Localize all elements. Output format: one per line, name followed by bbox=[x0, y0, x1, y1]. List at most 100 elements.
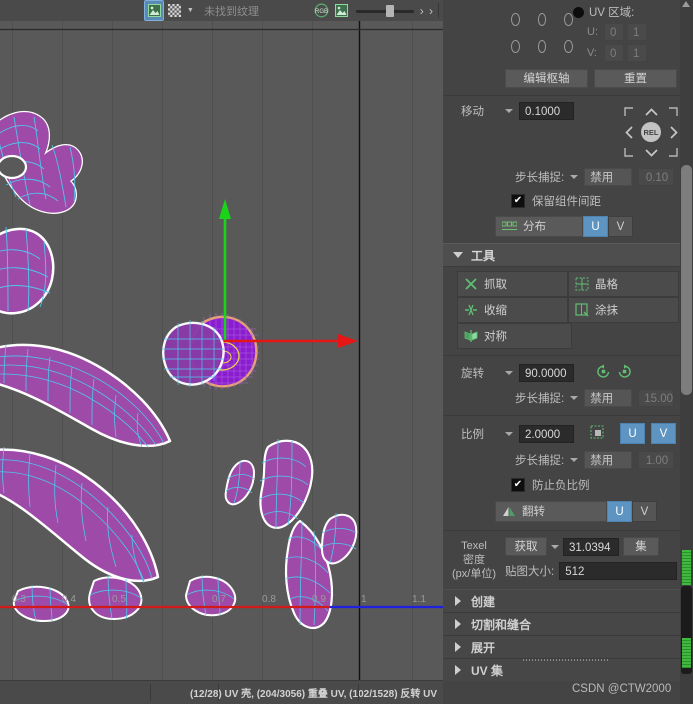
prevent-negative-scale-checkbox[interactable]: ✔ bbox=[511, 478, 525, 492]
tool-symmetry-button[interactable]: 对称 bbox=[457, 323, 572, 349]
pivot-radio-bottom-center[interactable] bbox=[537, 40, 547, 53]
ruler-label: 1.1 bbox=[412, 594, 426, 605]
texel-density-group: Texel 密度 (px/单位) 获取 31.0394 集 贴图大小: 512 bbox=[443, 531, 693, 589]
rotate-snap-row: 步长捕捉: 禁用 15.00 bbox=[443, 389, 693, 407]
scale-snap-mode-field[interactable]: 禁用 bbox=[584, 451, 633, 469]
uv-canvas[interactable]: 0.3 0.4 0.5 0.7 0.8 0.9 1 1.1 bbox=[0, 21, 443, 681]
move-value-field[interactable]: 0.1000 bbox=[519, 102, 574, 120]
texel-set-button[interactable]: 集 bbox=[623, 537, 659, 556]
section-uv-sets[interactable]: UV 集 bbox=[443, 659, 693, 681]
section-cut-and-sew[interactable]: 切割和缝合 bbox=[443, 613, 693, 636]
chevron-down-icon[interactable]: ▼ bbox=[185, 1, 197, 20]
move-snap-mode-field[interactable]: 禁用 bbox=[584, 168, 633, 186]
tool-lattice-button[interactable]: 晶格 bbox=[568, 271, 679, 297]
double-chevron-right-icon[interactable]: › › bbox=[420, 4, 434, 18]
panel-drag-handle[interactable] bbox=[523, 659, 609, 661]
chevron-up-icon[interactable] bbox=[640, 102, 662, 122]
rotate-snap-value-field[interactable]: 15.00 bbox=[638, 389, 675, 407]
reset-button[interactable]: 重置 bbox=[594, 69, 677, 88]
flip-v-button[interactable]: V bbox=[632, 501, 657, 522]
tool-pinch-label: 收缩 bbox=[484, 305, 507, 317]
scrollbar-thumb[interactable] bbox=[681, 165, 692, 395]
tool-symmetry-label: 对称 bbox=[484, 331, 507, 343]
rotate-snap-label: 步长捕捉: bbox=[515, 393, 565, 405]
distribute-u-button[interactable]: U bbox=[583, 216, 608, 237]
u-max-field[interactable]: 1 bbox=[627, 23, 647, 41]
section-unfold[interactable]: 展开 bbox=[443, 636, 693, 659]
relative-toggle-button[interactable]: REL bbox=[640, 122, 662, 142]
ruler-label: 0.9 bbox=[312, 594, 326, 605]
prevent-negative-scale-row[interactable]: ✔ 防止负比例 bbox=[443, 477, 693, 493]
preserve-spacing-row[interactable]: ✔ 保留组件间距 bbox=[443, 193, 693, 209]
uv-editor-area: ▼ 未找到纹理 RGB › › 0.3 0.4 0.5 0.7 0.8 0.9 … bbox=[0, 0, 443, 704]
checker-icon[interactable] bbox=[165, 1, 183, 20]
ruler-label: 0.4 bbox=[62, 594, 76, 605]
flip-u-button[interactable]: U bbox=[607, 501, 632, 522]
rotate-snap-mode-field[interactable]: 禁用 bbox=[584, 389, 633, 407]
distribute-button[interactable]: 分布 bbox=[495, 216, 583, 237]
move-snap-dropdown-icon[interactable] bbox=[570, 175, 579, 179]
move-corner-top-left-button[interactable] bbox=[618, 102, 640, 122]
uv-canvas-svg[interactable] bbox=[0, 21, 443, 681]
scale-v-button[interactable]: V bbox=[651, 423, 676, 444]
pivot-radio-bottom-right[interactable] bbox=[564, 40, 574, 53]
scale-snap-dropdown-icon[interactable] bbox=[570, 458, 579, 462]
rotate-clockwise-icon[interactable] bbox=[617, 364, 632, 382]
u-min-field[interactable]: 0 bbox=[604, 23, 624, 41]
rel-label[interactable]: REL bbox=[641, 122, 661, 142]
status-divider bbox=[218, 684, 219, 701]
rotate-group: 旋转 90.0000 步长捕捉: 禁用 15.00 bbox=[443, 356, 693, 415]
image-opacity-slider[interactable] bbox=[356, 1, 414, 20]
texel-density-label: Texel 密度 (px/单位) bbox=[443, 537, 505, 581]
v-max-field[interactable]: 1 bbox=[627, 44, 647, 62]
tool-pinch-button[interactable]: 收缩 bbox=[457, 297, 568, 323]
pivot-radio-top-right[interactable] bbox=[564, 13, 574, 26]
section-create[interactable]: 创建 bbox=[443, 590, 693, 613]
scale-snap-value-field[interactable]: 1.00 bbox=[638, 451, 675, 469]
rgb-channel-icon[interactable]: RGB bbox=[313, 1, 331, 20]
flip-button[interactable]: 翻转 bbox=[495, 501, 607, 522]
alpha-channel-icon[interactable] bbox=[333, 1, 351, 20]
texel-get-button[interactable]: 获取 bbox=[505, 537, 547, 556]
v-min-field[interactable]: 0 bbox=[604, 44, 624, 62]
rotate-snap-dropdown-icon[interactable] bbox=[570, 396, 579, 400]
svg-text:RGB: RGB bbox=[315, 9, 328, 15]
tool-lattice-label: 晶格 bbox=[595, 279, 618, 291]
rotate-value-field[interactable]: 90.0000 bbox=[519, 364, 574, 382]
chevron-down-icon[interactable] bbox=[640, 142, 662, 162]
pivot-radio-top-left[interactable] bbox=[511, 13, 520, 26]
panel-scrollbar[interactable] bbox=[680, 0, 693, 704]
tool-smear-button[interactable]: 涂抹 bbox=[568, 297, 679, 323]
edit-pivot-button[interactable]: 编辑枢轴 bbox=[505, 69, 588, 88]
move-snap-value-field[interactable]: 0.10 bbox=[638, 168, 675, 186]
map-size-field[interactable]: 512 bbox=[559, 562, 677, 580]
rotate-mode-dropdown-icon[interactable] bbox=[505, 371, 513, 375]
uv-region-group: UV 区域: U: 0 1 V: 0 1 bbox=[573, 4, 693, 62]
pivot-buttons-row: 编辑枢轴 重置 bbox=[443, 62, 693, 95]
image-icon[interactable] bbox=[144, 0, 165, 21]
tool-grab-button[interactable]: 抓取 bbox=[457, 271, 568, 297]
move-mode-dropdown-icon[interactable] bbox=[505, 109, 513, 113]
scroll-up-arrow-icon[interactable] bbox=[682, 1, 690, 7]
tools-section-header[interactable]: 工具 bbox=[443, 243, 693, 267]
preserve-spacing-checkbox[interactable]: ✔ bbox=[511, 194, 525, 208]
distribute-v-button[interactable]: V bbox=[608, 216, 633, 237]
rotate-counterclockwise-icon[interactable] bbox=[596, 364, 611, 382]
pivot-radio-bottom-left[interactable] bbox=[511, 40, 520, 53]
scale-u-button[interactable]: U bbox=[620, 423, 645, 444]
texel-value-field[interactable]: 31.0394 bbox=[563, 537, 619, 556]
move-snap-row: 步长捕捉: 禁用 0.10 bbox=[443, 168, 693, 186]
chevron-left-icon[interactable] bbox=[618, 122, 640, 142]
slider-thumb[interactable] bbox=[386, 5, 395, 17]
lattice-icon bbox=[575, 277, 589, 291]
scale-value-field[interactable]: 2.0000 bbox=[519, 424, 574, 443]
chevron-down-icon[interactable] bbox=[453, 252, 463, 258]
scale-mode-dropdown-icon[interactable] bbox=[505, 431, 513, 436]
move-corner-bottom-left-button[interactable] bbox=[618, 142, 640, 162]
scale-pivot-icon[interactable] bbox=[590, 425, 604, 442]
flip-label: 翻转 bbox=[522, 505, 545, 518]
pivot-radio-top-center[interactable] bbox=[537, 13, 547, 26]
v-label: V: bbox=[587, 47, 597, 59]
texel-get-dropdown-icon[interactable] bbox=[551, 544, 559, 549]
pivot-radio-grid[interactable] bbox=[443, 4, 574, 53]
